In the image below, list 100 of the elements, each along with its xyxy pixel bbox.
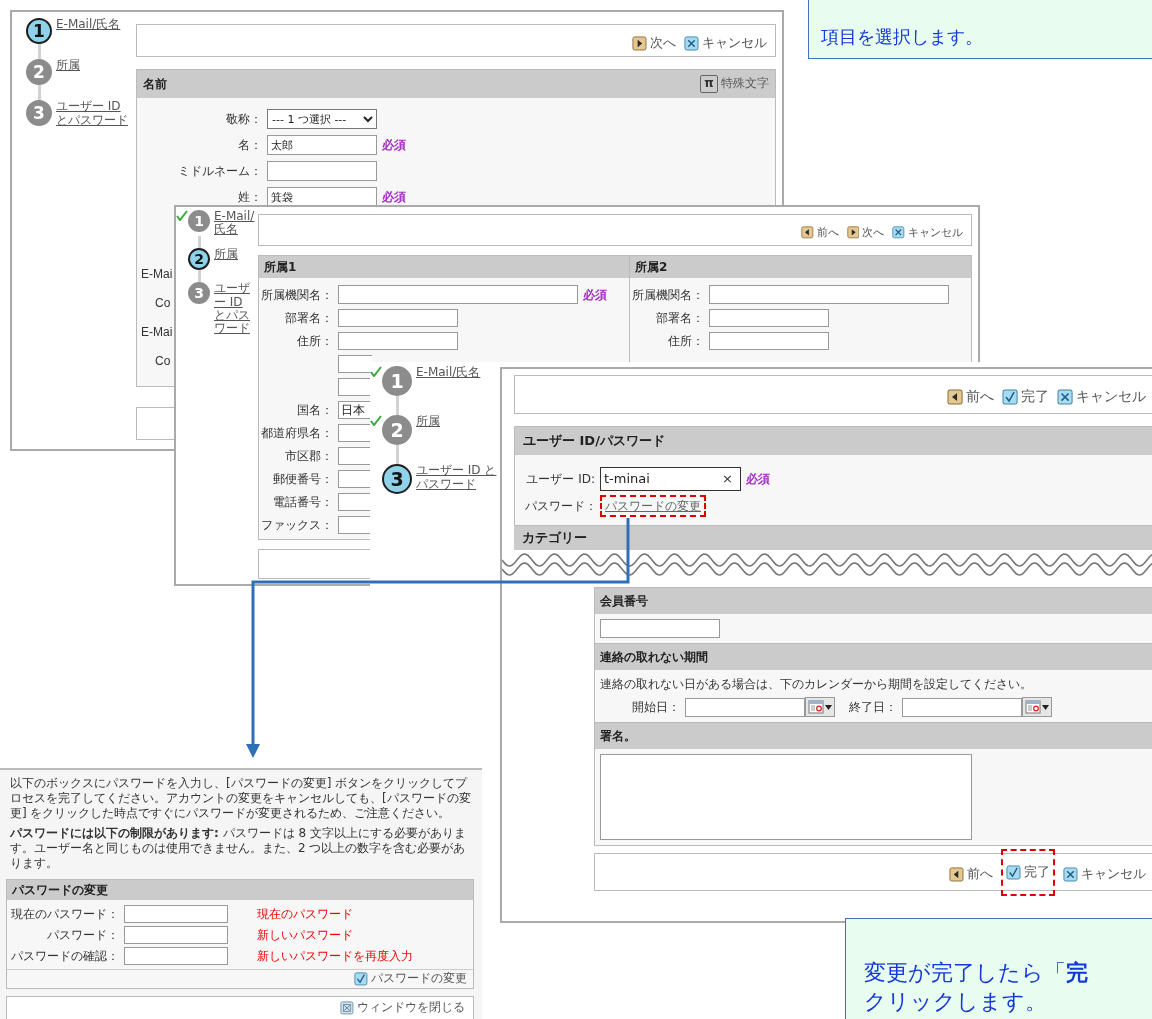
text-field[interactable]	[338, 515, 372, 534]
field-label: 名：	[237, 137, 262, 154]
text-field[interactable]	[338, 354, 372, 373]
step-number: 1	[188, 210, 210, 232]
field-label: 姓：	[237, 189, 262, 206]
clear-button[interactable]: ×	[719, 472, 736, 485]
required-label: 必須	[382, 137, 406, 154]
field-label: パスワード：	[525, 497, 595, 515]
field-label: ユーザー ID:	[525, 470, 595, 488]
field-label: 現在のパスワード：	[10, 905, 119, 923]
field-label: 都道府県名：	[261, 424, 333, 442]
text-field[interactable]	[709, 285, 949, 304]
done-button[interactable]: 完了	[1001, 388, 1049, 405]
text-area[interactable]	[600, 754, 972, 840]
step-number: 3	[26, 100, 52, 126]
close-window-button[interactable]: ウィンドウを閉じる	[340, 1000, 465, 1015]
link[interactable]: パスワードの変更	[600, 494, 706, 517]
date-field[interactable]	[902, 697, 1022, 717]
special-characters-button[interactable]: π 特殊文字	[700, 75, 769, 93]
text-field[interactable]	[267, 161, 377, 181]
next-button[interactable]: 次へ	[846, 226, 885, 239]
cancel-button[interactable]: キャンセル	[684, 36, 767, 51]
back-button[interactable]: 前へ	[949, 867, 994, 882]
step-number: 2	[188, 248, 210, 271]
back-button[interactable]: 前へ	[801, 226, 839, 239]
text-field[interactable]	[709, 308, 829, 327]
text-field[interactable]: 日本	[338, 400, 372, 419]
text-field[interactable]	[124, 946, 228, 965]
checkmark-icon	[1001, 388, 1018, 405]
text-field[interactable]	[338, 469, 372, 488]
caret-icon	[1042, 704, 1049, 710]
step-link[interactable]: 所属	[416, 415, 500, 429]
step-number: 1	[26, 18, 52, 44]
text-field[interactable]	[124, 925, 228, 944]
step-link[interactable]: E-Mail/氏名	[214, 210, 258, 237]
close-icon	[892, 226, 905, 239]
annotation-text: 新しいパスワード	[257, 926, 353, 944]
text-field[interactable]	[338, 331, 458, 350]
back-button[interactable]: 前へ	[946, 388, 994, 405]
field-label: 所属機関名：	[632, 286, 704, 304]
close-icon	[340, 1000, 354, 1015]
field-label: 国名：	[296, 401, 333, 419]
calendar-icon	[1025, 700, 1041, 714]
text-field[interactable]	[338, 377, 372, 396]
cancel-button[interactable]: キャンセル	[1063, 867, 1146, 882]
section-title: カテゴリー	[522, 529, 587, 548]
text-field[interactable]: 箕袋	[267, 187, 377, 207]
step-link[interactable]: ユーザー ID とパスワード	[56, 100, 136, 128]
section-title: 名前	[143, 76, 167, 93]
field-label: 開始日：	[631, 699, 680, 716]
field-label: 市区郡：	[284, 447, 333, 465]
text-field[interactable]: 太郎	[267, 135, 377, 155]
step-link[interactable]: E-Mail/氏名	[416, 366, 500, 380]
text-field[interactable]	[338, 492, 372, 511]
field-label: Co	[154, 353, 171, 370]
callout-text: 変更が完了したら「完	[864, 959, 1089, 987]
step-link[interactable]: ユーザー ID とパスワード	[214, 282, 258, 336]
text-field[interactable]	[124, 904, 228, 923]
field-label: E-Mai	[140, 266, 173, 283]
step-link[interactable]: ユーザー ID とパスワード	[416, 464, 500, 492]
text-field[interactable]	[338, 285, 578, 304]
done-button[interactable]: パスワードの変更	[354, 972, 467, 986]
done-button[interactable]: 完了	[1001, 849, 1056, 896]
step-link[interactable]: 所属	[56, 59, 136, 73]
close-icon	[684, 36, 699, 51]
text-field[interactable]	[600, 619, 720, 638]
field-label: 敬称：	[225, 111, 262, 128]
calendar-button[interactable]	[1022, 697, 1052, 717]
text-field[interactable]	[338, 308, 458, 327]
step-number: 3	[382, 464, 412, 494]
cancel-button[interactable]: キャンセル	[1056, 388, 1146, 405]
cancel-button[interactable]: キャンセル	[892, 226, 963, 239]
step-number: 2	[382, 415, 412, 445]
field-label: ミドルネーム：	[177, 163, 262, 180]
step-link[interactable]: E-Mail/氏名	[56, 18, 136, 32]
required-label: 必須	[583, 286, 607, 304]
field-label: E-Mai	[140, 324, 173, 341]
calendar-button[interactable]	[805, 697, 835, 717]
step-number: 3	[188, 282, 210, 305]
section-title: 会員番号	[600, 593, 648, 610]
paragraph-text: パスワードには以下の制限があります: パスワードは 8 文字以上にする必要があります。ユーザー名と同じものは使用できません。また、2 つ以上の数字を含む必要があります。	[10, 826, 467, 871]
field-label: ファックス：	[261, 516, 333, 534]
checkmark-icon	[1006, 865, 1022, 880]
field-label: 住所：	[296, 332, 333, 350]
section-title: 所属2	[635, 259, 668, 276]
text-field[interactable]: t-minai ×	[600, 466, 741, 491]
section-title: パスワードの変更	[12, 882, 108, 899]
step-link[interactable]: 所属	[214, 248, 258, 262]
next-button[interactable]: 次へ	[632, 36, 677, 51]
section-title: 署名。	[600, 728, 636, 745]
text-field[interactable]	[338, 423, 372, 442]
field-label: 部署名：	[655, 309, 704, 327]
text-field[interactable]	[338, 446, 372, 465]
date-field[interactable]	[685, 697, 805, 717]
dropdown[interactable]: --- 1 つ選択 ---	[267, 109, 377, 129]
field-label: 所属機関名：	[261, 286, 333, 304]
section-title: ユーザー ID/パスワード	[523, 432, 665, 451]
required-label: 必須	[382, 189, 406, 206]
callout-text: クリックします。	[864, 987, 1048, 1016]
text-field[interactable]	[709, 331, 829, 350]
